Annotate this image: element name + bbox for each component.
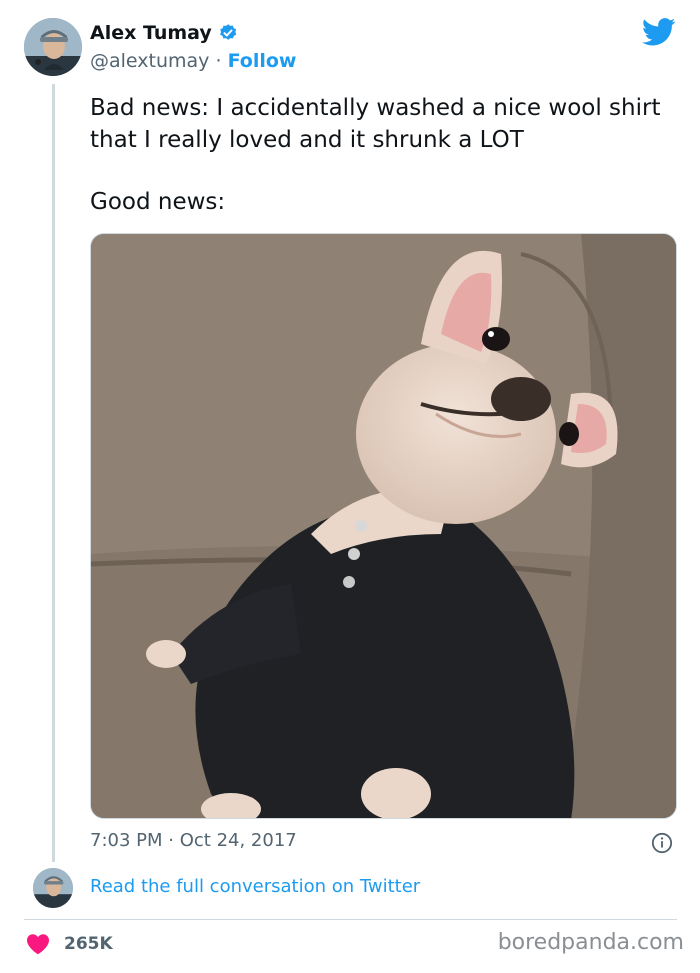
tweet-line-bad-news: Bad news: I accidentally washed a nice w…	[90, 95, 661, 153]
twitter-bird-icon[interactable]	[642, 18, 676, 46]
tweet-text: Bad news: I accidentally washed a nice w…	[90, 92, 680, 218]
thread-line	[52, 84, 55, 862]
timestamp-separator: ·	[168, 830, 174, 851]
tweet-time: 7:03 PM	[90, 830, 163, 851]
reply-avatar[interactable]	[33, 868, 73, 908]
author-handle-row: @alextumay · Follow	[90, 50, 296, 72]
author-handle[interactable]: @alextumay	[90, 50, 209, 72]
handle-separator: ·	[215, 50, 222, 72]
heart-icon[interactable]	[26, 933, 50, 955]
author-name[interactable]: Alex Tumay	[90, 22, 212, 44]
like-control[interactable]: 265K	[26, 933, 113, 955]
info-icon[interactable]	[651, 832, 673, 854]
tweet-photo[interactable]	[90, 233, 677, 819]
tweet-date: Oct 24, 2017	[179, 830, 297, 851]
tweet-timestamp[interactable]: 7:03 PM · Oct 24, 2017	[90, 830, 297, 851]
like-count: 265K	[64, 934, 113, 954]
verified-badge-icon	[219, 24, 237, 40]
follow-link[interactable]: Follow	[228, 50, 297, 72]
author-avatar[interactable]	[24, 18, 82, 76]
footer-divider	[24, 919, 677, 920]
read-conversation-link[interactable]: Read the full conversation on Twitter	[90, 876, 420, 897]
boredpanda-watermark: boredpanda.com	[497, 930, 684, 955]
author-name-row[interactable]: Alex Tumay	[90, 22, 238, 44]
tweet-line-good-news: Good news:	[90, 189, 226, 215]
